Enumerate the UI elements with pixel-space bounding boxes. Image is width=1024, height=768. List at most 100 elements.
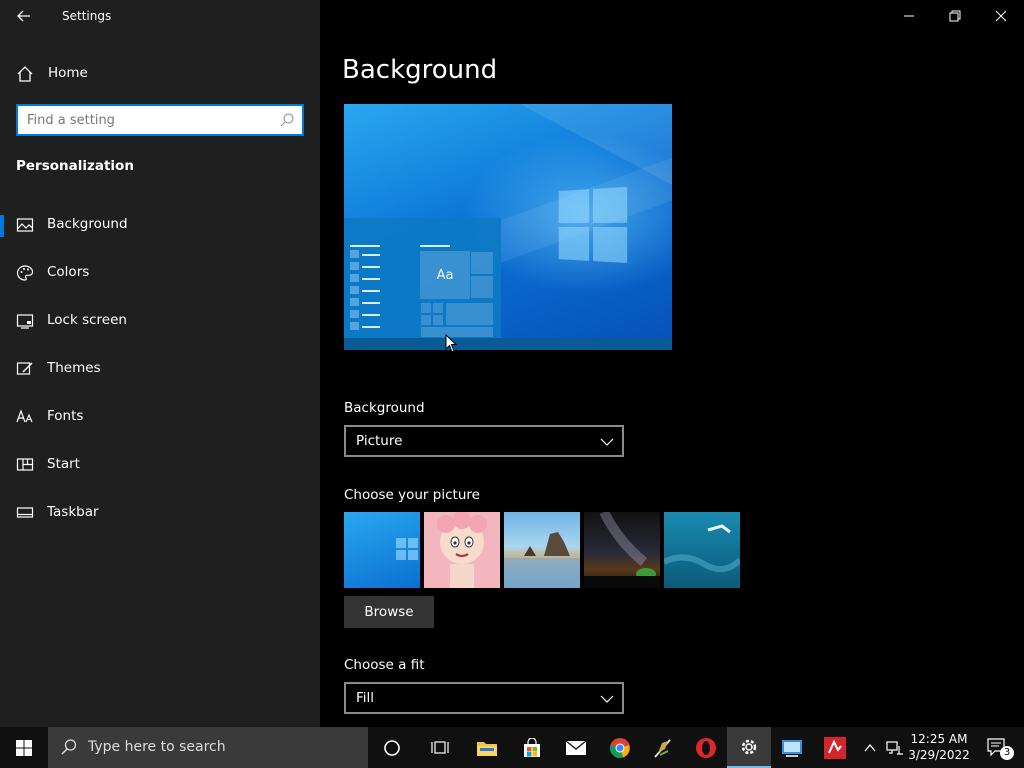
- chevron-down-icon: [600, 695, 614, 703]
- picture-thumbnail-windows[interactable]: [344, 512, 420, 588]
- menu-line: [362, 302, 380, 304]
- microsoft-store-button[interactable]: [510, 727, 554, 768]
- sidebar-item-colors[interactable]: Colors: [0, 253, 320, 293]
- app-feather-button[interactable]: [641, 727, 685, 768]
- mouse-cursor-icon: [445, 334, 457, 353]
- settings-search-box[interactable]: [16, 104, 304, 136]
- tile: [432, 302, 444, 314]
- dropdown-value: Picture: [356, 433, 403, 449]
- picture-thumbnail-underwater[interactable]: [664, 512, 740, 588]
- palette-icon: [16, 265, 34, 281]
- windows-logo-icon: [396, 538, 418, 560]
- tile: [470, 251, 494, 275]
- avira-button[interactable]: [813, 727, 857, 768]
- background-type-dropdown[interactable]: Picture: [344, 425, 624, 457]
- feather-app-icon: [654, 738, 671, 758]
- notification-count-badge: 3: [1000, 746, 1014, 760]
- picture-thumbnails: [344, 512, 744, 588]
- dropdown-value: Fill: [356, 690, 375, 706]
- window-title: Settings: [62, 9, 112, 23]
- background-preview: Aa: [344, 104, 672, 350]
- cortana-circle-icon: [384, 739, 400, 756]
- back-button[interactable]: [13, 6, 35, 26]
- menu-square: [350, 274, 359, 282]
- chevron-up-icon: [864, 743, 876, 751]
- control-panel-button[interactable]: [770, 727, 814, 768]
- start-button[interactable]: [0, 727, 48, 768]
- mail-button[interactable]: [554, 727, 598, 768]
- menu-square: [350, 262, 359, 270]
- task-view-button[interactable]: [418, 727, 462, 768]
- night-sky-image: [584, 512, 660, 588]
- choose-picture-label: Choose your picture: [344, 487, 480, 503]
- fit-label: Choose a fit: [344, 657, 425, 673]
- sidebar-item-label: Background: [47, 216, 128, 232]
- clock-time: 12:25 AM: [910, 732, 968, 746]
- network-button[interactable]: [882, 727, 908, 768]
- sidebar-item-background[interactable]: Background: [0, 205, 320, 245]
- settings-taskbar-button[interactable]: [727, 727, 771, 768]
- menu-square: [350, 322, 359, 330]
- menu-line: [350, 245, 380, 247]
- sidebar-item-start[interactable]: Start: [0, 445, 320, 485]
- menu-square: [350, 250, 359, 258]
- start-menu-preview: Aa: [344, 218, 501, 338]
- picture-thumbnail-cartoon[interactable]: [424, 512, 500, 588]
- tile-aa: Aa: [420, 251, 470, 299]
- sidebar-item-home[interactable]: Home: [0, 60, 320, 88]
- home-icon: [17, 66, 33, 82]
- restore-button[interactable]: [932, 0, 978, 32]
- sidebar-item-label: Themes: [47, 360, 101, 376]
- beach-rocks-image: [504, 532, 580, 588]
- sidebar-item-fonts[interactable]: Fonts: [0, 397, 320, 437]
- search-input[interactable]: [18, 106, 278, 134]
- restore-icon: [949, 10, 961, 22]
- folder-icon: [477, 741, 497, 756]
- menu-line: [362, 326, 380, 328]
- opera-icon: [696, 737, 716, 758]
- file-explorer-button[interactable]: [465, 727, 509, 768]
- themes-brush-icon: [16, 362, 33, 375]
- browse-button[interactable]: Browse: [344, 596, 434, 628]
- cartoon-character-image: [437, 512, 487, 588]
- chrome-button[interactable]: [598, 727, 642, 768]
- sidebar-item-taskbar[interactable]: Taskbar: [0, 493, 320, 533]
- taskbar-search-box[interactable]: Type here to search: [48, 727, 368, 768]
- sidebar-item-label: Taskbar: [47, 504, 99, 520]
- tile: [420, 326, 494, 338]
- opera-button[interactable]: [684, 727, 728, 768]
- show-hidden-icons-button[interactable]: [858, 727, 882, 768]
- menu-line: [362, 278, 380, 280]
- sidebar-item-label: Home: [48, 65, 88, 81]
- notification-center-button[interactable]: 3: [978, 727, 1018, 768]
- sidebar-item-themes[interactable]: Themes: [0, 349, 320, 389]
- fit-dropdown[interactable]: Fill: [344, 682, 624, 714]
- tile: [445, 302, 494, 326]
- clock[interactable]: 12:25 AM 3/29/2022: [906, 731, 972, 763]
- menu-line: [420, 245, 450, 247]
- picture-thumbnail-beach[interactable]: [504, 512, 580, 588]
- search-icon[interactable]: [279, 112, 295, 128]
- menu-square: [350, 298, 359, 306]
- sidebar-item-label: Fonts: [47, 408, 84, 424]
- gear-icon: [741, 739, 757, 754]
- sidebar-item-lock-screen[interactable]: Lock screen: [0, 301, 320, 341]
- close-button[interactable]: [978, 0, 1024, 32]
- picture-icon: [16, 218, 34, 232]
- tile: [432, 314, 444, 326]
- sidebar-item-label: Start: [47, 456, 80, 472]
- chevron-down-icon: [600, 438, 614, 446]
- tile: [470, 275, 494, 299]
- taskbar-search-placeholder: Type here to search: [88, 739, 226, 755]
- underwater-swimmer-image: [664, 524, 740, 573]
- minimize-button[interactable]: [886, 0, 932, 32]
- chrome-icon: [610, 737, 630, 758]
- picture-thumbnail-night-sky[interactable]: [584, 512, 660, 588]
- search-icon: [61, 739, 77, 755]
- background-label: Background: [344, 400, 425, 416]
- menu-line: [362, 314, 380, 316]
- page-title: Background: [342, 55, 498, 85]
- cortana-button[interactable]: [370, 727, 414, 768]
- sidebar-item-label: Lock screen: [47, 312, 127, 328]
- clock-date: 3/29/2022: [908, 748, 970, 762]
